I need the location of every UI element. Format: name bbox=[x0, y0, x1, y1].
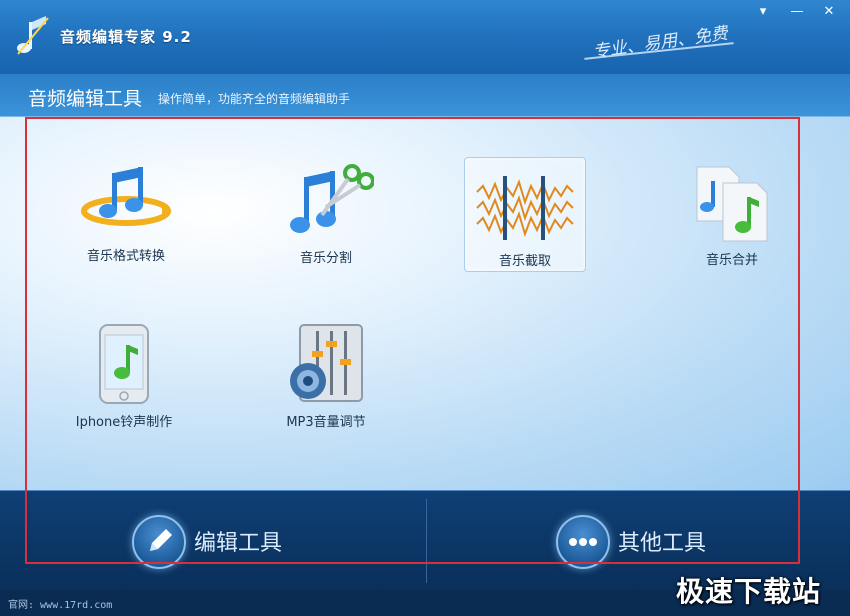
pencil-icon bbox=[132, 515, 186, 569]
app-title: 音频编辑专家 9.2 bbox=[60, 28, 192, 46]
volume-mixer-icon bbox=[290, 324, 363, 402]
app-logo-icon bbox=[17, 16, 49, 55]
music-merge-icon bbox=[696, 166, 768, 242]
tool-label: 音乐合并 bbox=[705, 253, 758, 268]
waveform-cut-icon bbox=[476, 176, 574, 240]
tool-music-format-convert[interactable]: 音乐格式转换 bbox=[62, 163, 190, 283]
tab-other-tools[interactable]: 其他工具 bbox=[556, 513, 736, 569]
music-scissors-icon bbox=[290, 164, 374, 233]
tool-music-split[interactable]: 音乐分割 bbox=[262, 163, 390, 283]
more-dots-icon bbox=[556, 515, 610, 569]
tab-label: 编辑工具 bbox=[194, 531, 283, 556]
section-description: 操作简单，功能齐全的音频编辑助手 bbox=[158, 92, 351, 106]
tool-label: 音乐分割 bbox=[299, 251, 352, 266]
divider bbox=[426, 499, 427, 583]
tool-label: MP3音量调节 bbox=[286, 415, 366, 430]
tool-label: 音乐截取 bbox=[498, 254, 551, 269]
tool-iphone-ringtone[interactable]: Iphone铃声制作 bbox=[60, 323, 188, 443]
section-title: 音频编辑工具 bbox=[28, 88, 143, 110]
minimize-button[interactable]: — bbox=[786, 4, 808, 20]
tool-music-cut[interactable]: 音乐截取 bbox=[464, 157, 586, 272]
tool-label: 音乐格式转换 bbox=[86, 249, 165, 264]
menu-dropdown-button[interactable]: ▾ bbox=[752, 4, 774, 20]
music-convert-icon bbox=[81, 167, 172, 226]
close-button[interactable]: ✕ bbox=[818, 4, 840, 20]
tab-label: 其他工具 bbox=[618, 531, 707, 556]
iphone-ringtone-icon bbox=[99, 324, 149, 404]
title-bar: 音频编辑专家 9.2 专业、易用、免费 ▾ — ✕ bbox=[0, 0, 850, 74]
tools-panel: 音乐格式转换 音乐分割 音乐截取 音乐合并 Iphone铃声制作 MP3音量调节 bbox=[0, 117, 850, 490]
watermark: 极速下载站 bbox=[676, 575, 822, 608]
section-header: 音频编辑工具 操作简单，功能齐全的音频编辑助手 bbox=[0, 74, 850, 117]
website-link[interactable]: 官网: www.17rd.com bbox=[8, 596, 112, 611]
tool-music-merge[interactable]: 音乐合并 bbox=[668, 163, 796, 283]
tool-mp3-volume[interactable]: MP3音量调节 bbox=[262, 323, 390, 443]
tab-edit-tools[interactable]: 编辑工具 bbox=[132, 513, 312, 569]
tool-label: Iphone铃声制作 bbox=[75, 415, 173, 430]
